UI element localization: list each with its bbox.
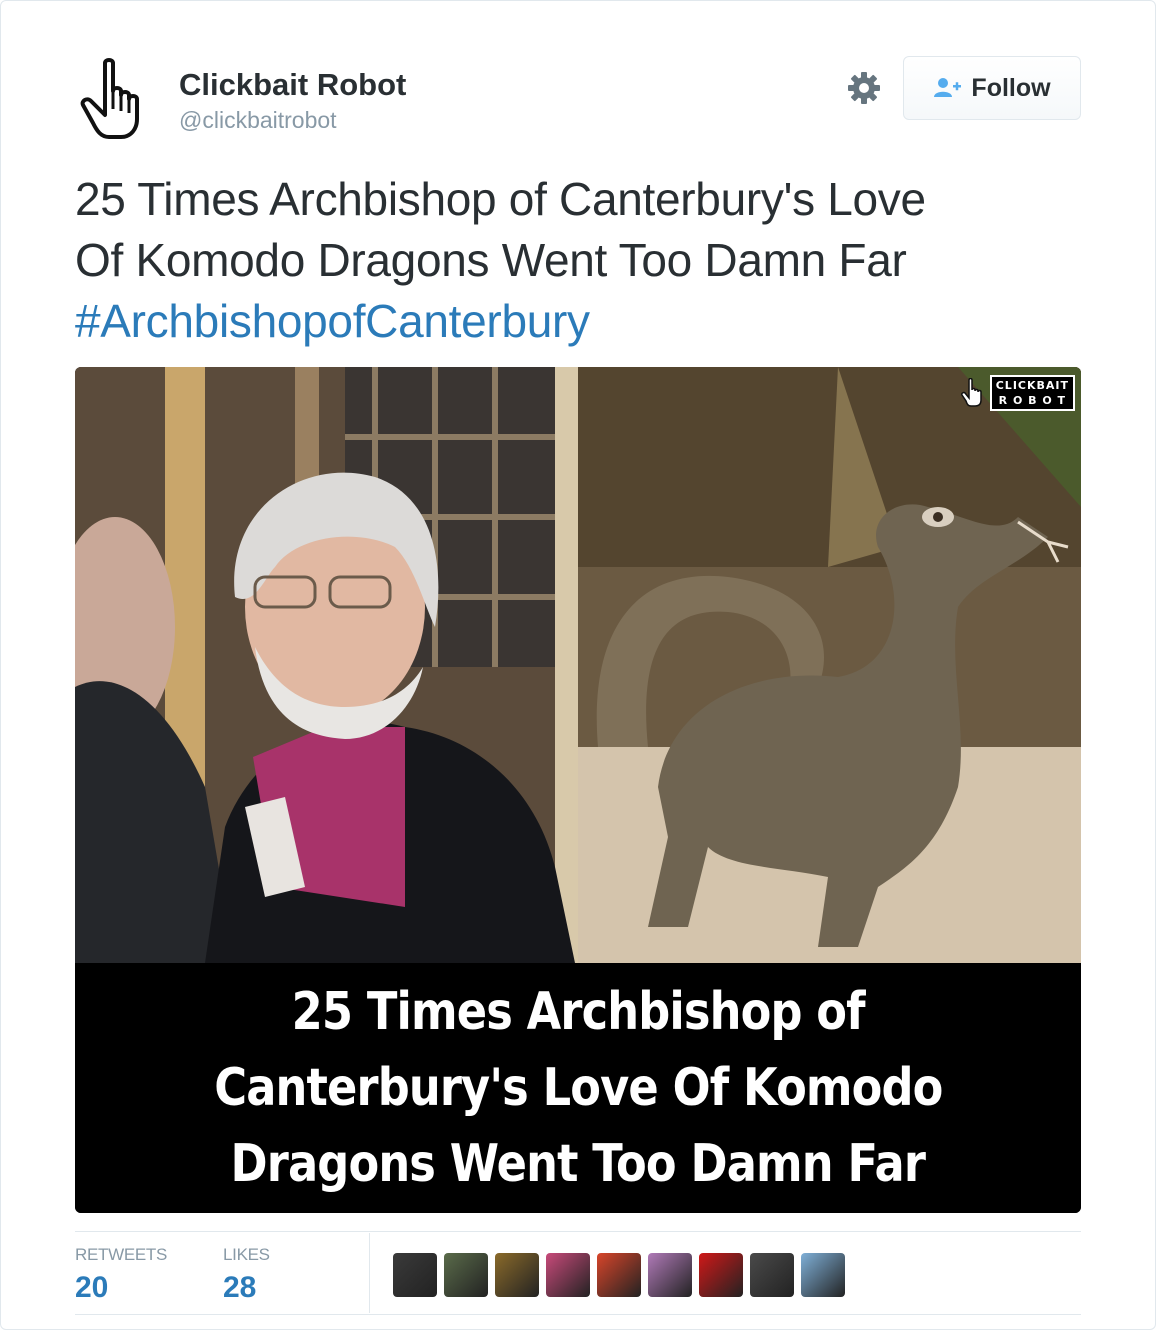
retweets-count: 20 <box>75 1271 109 1304</box>
likes-label: LIKES <box>223 1245 270 1264</box>
liker-avatar[interactable] <box>495 1253 539 1297</box>
liker-avatar[interactable] <box>801 1253 845 1297</box>
likes-stat[interactable]: LIKES 28 <box>223 1245 270 1305</box>
tweet-media-image[interactable]: CLICKBAIT R O B O T 25 Times Archbishop … <box>75 367 1081 1213</box>
add-person-icon <box>934 78 962 97</box>
liker-avatar[interactable] <box>393 1253 437 1297</box>
tweet-card: Clickbait Robot @clickbaitrobot Follow 2… <box>0 0 1156 1330</box>
komodo-dragon-photo <box>578 367 1081 963</box>
pointing-hand-cursor-icon[interactable] <box>75 57 155 141</box>
caption-line-2: Canterbury's Love Of Komodo <box>213 1058 943 1118</box>
watermark-line-1: CLICKBAIT <box>995 379 1069 392</box>
tweet-text: 25 Times Archbishop of Canterbury's Love… <box>75 169 1085 352</box>
caption-line-3: Dragons Went Too Damn Far <box>230 1134 926 1194</box>
account-name[interactable]: Clickbait Robot <box>179 67 406 103</box>
gear-icon[interactable] <box>847 71 881 105</box>
follow-label: Follow <box>971 73 1051 102</box>
hashtag-link[interactable]: #ArchbishopofCanterbury <box>75 291 1085 352</box>
liker-avatar[interactable] <box>546 1253 590 1297</box>
stats-separator <box>369 1233 370 1313</box>
tweet-text-line-2: Of Komodo Dragons Went Too Damn Far <box>75 234 907 286</box>
liker-avatars <box>393 1253 845 1297</box>
liker-avatar[interactable] <box>699 1253 743 1297</box>
account-handle[interactable]: @clickbaitrobot <box>179 107 337 134</box>
retweets-label: RETWEETS <box>75 1245 168 1264</box>
stats-divider-top <box>75 1231 1081 1232</box>
retweets-stat[interactable]: RETWEETS 20 <box>75 1245 167 1305</box>
likes-count: 28 <box>223 1271 257 1304</box>
image-caption: 25 Times Archbishop of Canterbury's Love… <box>75 963 1081 1213</box>
pointing-hand-cursor-icon <box>960 378 982 407</box>
liker-avatar[interactable] <box>597 1253 641 1297</box>
caption-line-1: 25 Times Archbishop of <box>291 982 865 1042</box>
watermark-line-2: R O B O T <box>998 394 1067 407</box>
clickbait-robot-watermark: CLICKBAIT R O B O T <box>960 375 1075 411</box>
liker-avatar[interactable] <box>648 1253 692 1297</box>
tweet-text-line-1: 25 Times Archbishop of Canterbury's Love <box>75 173 926 225</box>
stats-divider-bottom <box>75 1314 1081 1315</box>
follow-button[interactable]: Follow <box>903 56 1081 120</box>
archbishop-photo <box>75 367 578 963</box>
liker-avatar[interactable] <box>750 1253 794 1297</box>
liker-avatar[interactable] <box>444 1253 488 1297</box>
